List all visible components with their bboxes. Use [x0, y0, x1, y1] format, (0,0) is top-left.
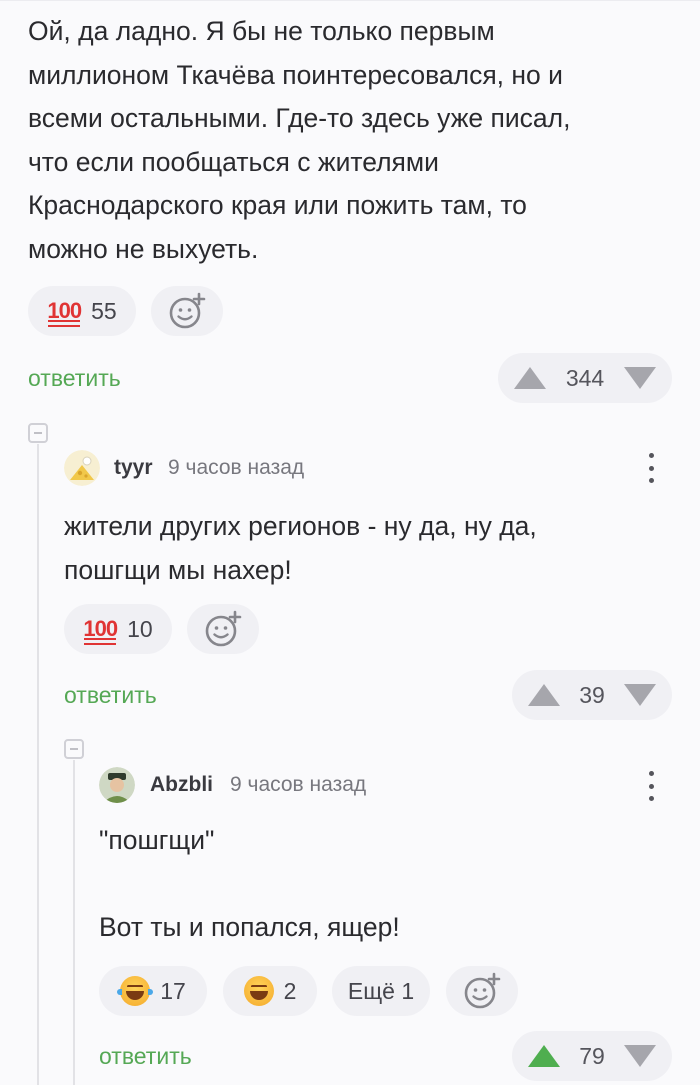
- comment-text: жители других регионов - ну да, ну да, п…: [64, 511, 537, 585]
- downvote-arrow-icon[interactable]: [624, 1045, 656, 1067]
- timestamp[interactable]: 9 часов назад: [230, 773, 366, 797]
- upvote-arrow-icon[interactable]: [528, 1045, 560, 1067]
- rating-value: 39: [579, 681, 605, 708]
- upvote-arrow-icon[interactable]: [514, 367, 546, 389]
- more-options-icon[interactable]: [648, 453, 654, 483]
- timestamp[interactable]: 9 часов назад: [168, 456, 304, 480]
- downvote-arrow-icon[interactable]: [624, 367, 656, 389]
- reply-link[interactable]: ответить: [64, 682, 157, 709]
- reaction-chip[interactable]: 2: [223, 966, 317, 1016]
- hundred-points-icon: 100: [47, 298, 82, 327]
- avatar[interactable]: [99, 767, 135, 803]
- more-reactions-button[interactable]: Ещё 1: [332, 966, 430, 1016]
- comment-text: "пошгщи" Вот ты и попался, ящер!: [99, 825, 400, 942]
- add-emoji-icon: [169, 292, 206, 329]
- thread-line[interactable]: [73, 760, 75, 1085]
- rating-widget: 344: [498, 353, 672, 403]
- grinning-squinting-face-icon: [243, 976, 274, 1006]
- reaction-chip[interactable]: 100 55: [28, 286, 136, 336]
- collapse-thread-button[interactable]: [64, 739, 84, 759]
- tears-of-joy-icon: [117, 976, 154, 1006]
- add-emoji-icon: [205, 610, 242, 647]
- rating-value: 79: [579, 1042, 605, 1069]
- add-reaction-button[interactable]: [446, 966, 518, 1016]
- reaction-count: 55: [91, 297, 117, 324]
- reaction-count: 10: [127, 615, 153, 642]
- avatar[interactable]: [64, 450, 100, 486]
- reaction-count: 2: [283, 977, 297, 1004]
- thread-line[interactable]: [37, 444, 39, 1085]
- comment-text: Ой, да ладно. Я бы не только первым милл…: [28, 16, 571, 264]
- more-options-icon[interactable]: [648, 771, 654, 801]
- avatar-image: [99, 767, 135, 803]
- hundred-points-icon: 100: [83, 616, 118, 645]
- downvote-arrow-icon[interactable]: [624, 684, 656, 706]
- top-divider: [0, 0, 700, 1]
- reaction-chip[interactable]: 17: [99, 966, 207, 1016]
- rating-widget: 79: [512, 1031, 672, 1081]
- collapse-thread-button[interactable]: [28, 423, 48, 443]
- reaction-count: 17: [160, 977, 186, 1004]
- reaction-chip[interactable]: 100 10: [64, 604, 172, 654]
- upvote-arrow-icon[interactable]: [528, 684, 560, 706]
- reply-link[interactable]: ответить: [99, 1043, 192, 1070]
- rating-widget: 39: [512, 670, 672, 720]
- add-reaction-button[interactable]: [151, 286, 223, 336]
- author-name[interactable]: Abzbli: [150, 773, 213, 797]
- add-emoji-icon: [464, 972, 501, 1009]
- rating-value: 344: [565, 364, 605, 391]
- reply-link[interactable]: ответить: [28, 365, 121, 392]
- add-reaction-button[interactable]: [187, 604, 259, 654]
- more-reactions-label: Ещё 1: [347, 977, 415, 1004]
- avatar-image: [64, 450, 100, 486]
- author-name[interactable]: tyyr: [114, 456, 153, 480]
